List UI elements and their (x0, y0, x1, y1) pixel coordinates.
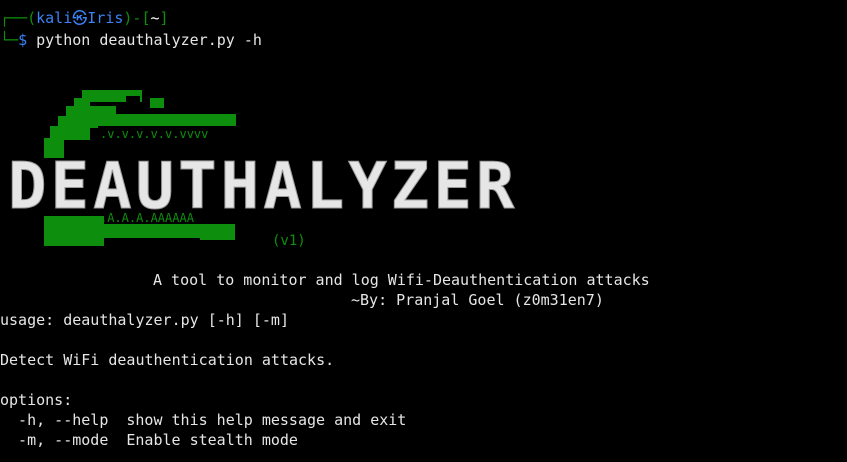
description-line: Detect WiFi deauthentication attacks. (0, 351, 335, 369)
prompt-corner-top: ┌──( (0, 9, 37, 27)
prompt-host: Iris (87, 9, 124, 27)
author-credit: ~By: Pranjal Goel (z0m31en7) (351, 291, 604, 309)
logo-text: DEAUTHALYZER (8, 150, 518, 224)
command-text: python deauthalyzer.py -h (27, 31, 262, 49)
prompt-dollar: $ (18, 31, 28, 49)
option-flag: -h, --help (0, 411, 109, 429)
usage-line: usage: deauthalyzer.py [-h] [-m] (0, 311, 289, 329)
command-line[interactable]: └─$ python deauthalyzer.py -h (0, 30, 262, 50)
teeth-top: .v.v.v.v.v.vvvv (100, 127, 208, 141)
prompt-close-bracket: ] (159, 9, 169, 27)
option-mode: -m, --mode Enable stealth mode (0, 430, 298, 450)
tagline: A tool to monitor and log Wifi-Deauthent… (153, 271, 650, 289)
deauthalyzer-logo: .v.v.v.v.v.vvvv .A.A.A.AAAAAA DEAUTHALYZ… (8, 90, 518, 249)
version-label: (v1) (272, 233, 306, 249)
options-header: options: (0, 391, 73, 409)
prompt-at-symbol: ㉿ (72, 9, 88, 27)
option-help: -h, --help show this help message and exi… (0, 410, 406, 430)
option-desc: show this help message and exit (126, 411, 407, 429)
prompt-separator: )-[ (123, 9, 151, 27)
prompt-directory: ~ (150, 9, 160, 27)
prompt-user: kali (36, 9, 73, 27)
prompt-corner-bottom: └─ (0, 31, 19, 49)
crocodile-eye-icon (126, 96, 140, 106)
prompt-line: ┌──(kali㉿Iris)-[~] (0, 8, 169, 28)
option-desc: Enable stealth mode (126, 431, 298, 449)
option-flag: -m, --mode (0, 431, 109, 449)
